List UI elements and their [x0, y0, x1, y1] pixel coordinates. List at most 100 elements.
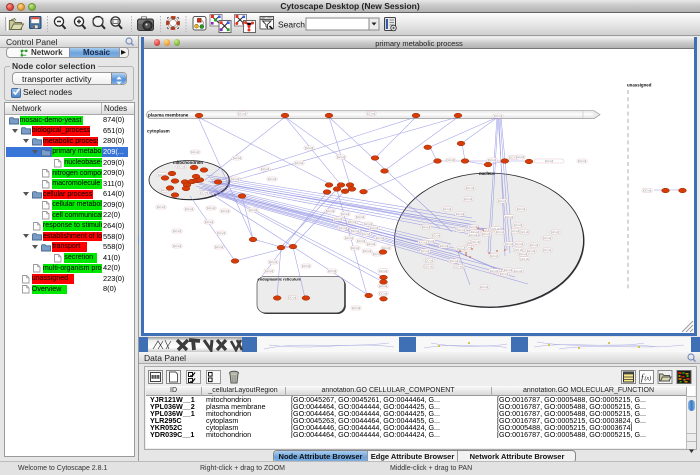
svg-text:[GO-id]: [GO-id]	[466, 186, 475, 190]
svg-text:[GO-id]: [GO-id]	[379, 284, 388, 288]
svg-text:[GO-id]: [GO-id]	[516, 155, 525, 159]
svg-text:[GO-id]: [GO-id]	[527, 249, 536, 253]
svg-text:[GO-id]: [GO-id]	[265, 269, 274, 273]
svg-text:[GO-id]: [GO-id]	[233, 156, 242, 160]
svg-text:[GO-id]: [GO-id]	[268, 177, 277, 181]
svg-text:[GO-id]: [GO-id]	[490, 254, 499, 258]
svg-text:plasma membrane: plasma membrane	[148, 112, 189, 117]
svg-text:[GO-id]: [GO-id]	[490, 269, 499, 273]
svg-text:[GO-id]: [GO-id]	[295, 161, 304, 165]
svg-text:[GO-id]: [GO-id]	[302, 264, 311, 268]
svg-text:[GO-id]: [GO-id]	[498, 199, 507, 203]
svg-text:[GO-id]: [GO-id]	[511, 229, 520, 233]
svg-text:[GO-id]: [GO-id]	[348, 220, 357, 224]
svg-text:[GO-id]: [GO-id]	[173, 244, 182, 248]
svg-text:[GO-id]: [GO-id]	[551, 230, 560, 234]
svg-text:[GO-id]: [GO-id]	[530, 243, 539, 247]
svg-text:[GO-id]: [GO-id]	[543, 236, 552, 240]
svg-text:[GO-id]: [GO-id]	[514, 223, 523, 227]
svg-text:mitochondrion: mitochondrion	[173, 160, 203, 165]
svg-text:[GO-id]: [GO-id]	[482, 232, 491, 236]
svg-text:[GO-id]: [GO-id]	[443, 207, 452, 211]
svg-text:[GO-id]: [GO-id]	[173, 229, 182, 233]
svg-text:[GO-id]: [GO-id]	[447, 158, 456, 162]
svg-text:[GO-id]: [GO-id]	[440, 244, 449, 248]
svg-text:[GO-id]: [GO-id]	[207, 206, 216, 210]
svg-text:[GO-id]: [GO-id]	[376, 236, 385, 240]
svg-text:[GO-id]: [GO-id]	[643, 189, 652, 193]
svg-text:[GO-id]: [GO-id]	[424, 265, 433, 269]
svg-text:unassigned: unassigned	[627, 83, 652, 88]
svg-text:[GO-id]: [GO-id]	[500, 272, 509, 276]
svg-text:[GO-id]: [GO-id]	[352, 306, 361, 310]
svg-text:[GO-id]: [GO-id]	[191, 150, 200, 154]
svg-text:[GO-id]: [GO-id]	[217, 231, 226, 235]
svg-text:[GO-id]: [GO-id]	[351, 229, 360, 233]
svg-text:[GO-id]: [GO-id]	[419, 241, 428, 245]
svg-text:[GO-id]: [GO-id]	[494, 114, 503, 118]
svg-text:[GO-id]: [GO-id]	[345, 236, 354, 240]
svg-text:[GO-id]: [GO-id]	[480, 285, 489, 289]
svg-text:[GO-id]: [GO-id]	[432, 234, 441, 238]
svg-text:[GO-id]: [GO-id]	[469, 225, 478, 229]
svg-text:[GO-id]: [GO-id]	[215, 245, 224, 249]
svg-text:[GO-id]: [GO-id]	[464, 197, 473, 201]
svg-text:[GO-id]: [GO-id]	[326, 209, 335, 213]
svg-text:[GO-id]: [GO-id]	[469, 233, 478, 237]
svg-text:(x): (x)	[645, 375, 652, 382]
svg-text:[GO-id]: [GO-id]	[578, 159, 587, 163]
svg-text:[GO-id]: [GO-id]	[231, 177, 240, 181]
svg-text:[GO-id]: [GO-id]	[238, 112, 247, 116]
svg-text:[GO-id]: [GO-id]	[200, 191, 209, 195]
svg-text:[GO-id]: [GO-id]	[221, 209, 230, 213]
svg-text:[GO-id]: [GO-id]	[379, 292, 388, 296]
svg-text:[GO-id]: [GO-id]	[356, 215, 365, 219]
svg-text:[GO-id]: [GO-id]	[520, 230, 529, 234]
svg-text:[GO-id]: [GO-id]	[379, 269, 388, 273]
svg-text:[GO-id]: [GO-id]	[457, 228, 466, 232]
svg-text:[GO-id]: [GO-id]	[177, 165, 186, 169]
svg-text:[GO-id]: [GO-id]	[367, 112, 376, 116]
svg-text:[GO-id]: [GO-id]	[337, 155, 346, 159]
svg-text:[GO-id]: [GO-id]	[157, 205, 166, 209]
svg-text:[GO-id]: [GO-id]	[341, 212, 350, 216]
svg-text:[GO-id]: [GO-id]	[185, 207, 194, 211]
svg-text:[GO-id]: [GO-id]	[357, 239, 366, 243]
svg-text:[GO-id]: [GO-id]	[425, 259, 434, 263]
svg-text:[GO-id]: [GO-id]	[504, 268, 513, 272]
svg-text:[GO-id]: [GO-id]	[505, 242, 514, 246]
svg-text:[GO-id]: [GO-id]	[305, 146, 314, 150]
svg-text:[GO-id]: [GO-id]	[334, 217, 343, 221]
svg-text:[GO-id]: [GO-id]	[339, 226, 348, 230]
svg-text:[GO-id]: [GO-id]	[370, 226, 379, 230]
svg-text:[GO-id]: [GO-id]	[450, 259, 459, 263]
svg-text:[GO-id]: [GO-id]	[205, 220, 214, 224]
svg-text:[GO-id]: [GO-id]	[517, 207, 526, 211]
svg-text:[GO-id]: [GO-id]	[364, 222, 373, 226]
svg-text:[GO-id]: [GO-id]	[288, 296, 297, 300]
svg-text:[GO-id]: [GO-id]	[488, 158, 497, 162]
svg-text:[GO-id]: [GO-id]	[363, 249, 372, 253]
svg-text:[GO-id]: [GO-id]	[422, 225, 431, 229]
svg-text:[GO-id]: [GO-id]	[421, 249, 430, 253]
svg-text:Search:: Search:	[278, 20, 307, 30]
svg-text:[GO-id]: [GO-id]	[269, 260, 278, 264]
svg-text:[GO-id]: [GO-id]	[456, 212, 465, 216]
svg-text:[GO-id]: [GO-id]	[496, 230, 505, 234]
svg-text:[GO-id]: [GO-id]	[515, 242, 524, 246]
svg-text:[GO-id]: [GO-id]	[514, 269, 523, 273]
svg-text:endoplasmic reticulum: endoplasmic reticulum	[258, 277, 302, 282]
svg-text:[GO-id]: [GO-id]	[472, 240, 481, 244]
svg-text:[GO-id]: [GO-id]	[545, 159, 554, 163]
svg-text:[GO-id]: [GO-id]	[261, 167, 270, 171]
svg-text:[GO-id]: [GO-id]	[543, 248, 552, 252]
svg-text:[GO-id]: [GO-id]	[249, 208, 258, 212]
svg-text:[GO-id]: [GO-id]	[454, 265, 463, 269]
svg-text:[GO-id]: [GO-id]	[351, 246, 360, 250]
svg-text:[GO-id]: [GO-id]	[362, 232, 371, 236]
svg-text:[GO-id]: [GO-id]	[514, 248, 523, 252]
svg-text:[GO-id]: [GO-id]	[505, 215, 514, 219]
svg-text:cytoplasm: cytoplasm	[147, 129, 170, 134]
svg-text:[GO-id]: [GO-id]	[367, 242, 376, 246]
svg-text:[GO-id]: [GO-id]	[328, 269, 337, 273]
